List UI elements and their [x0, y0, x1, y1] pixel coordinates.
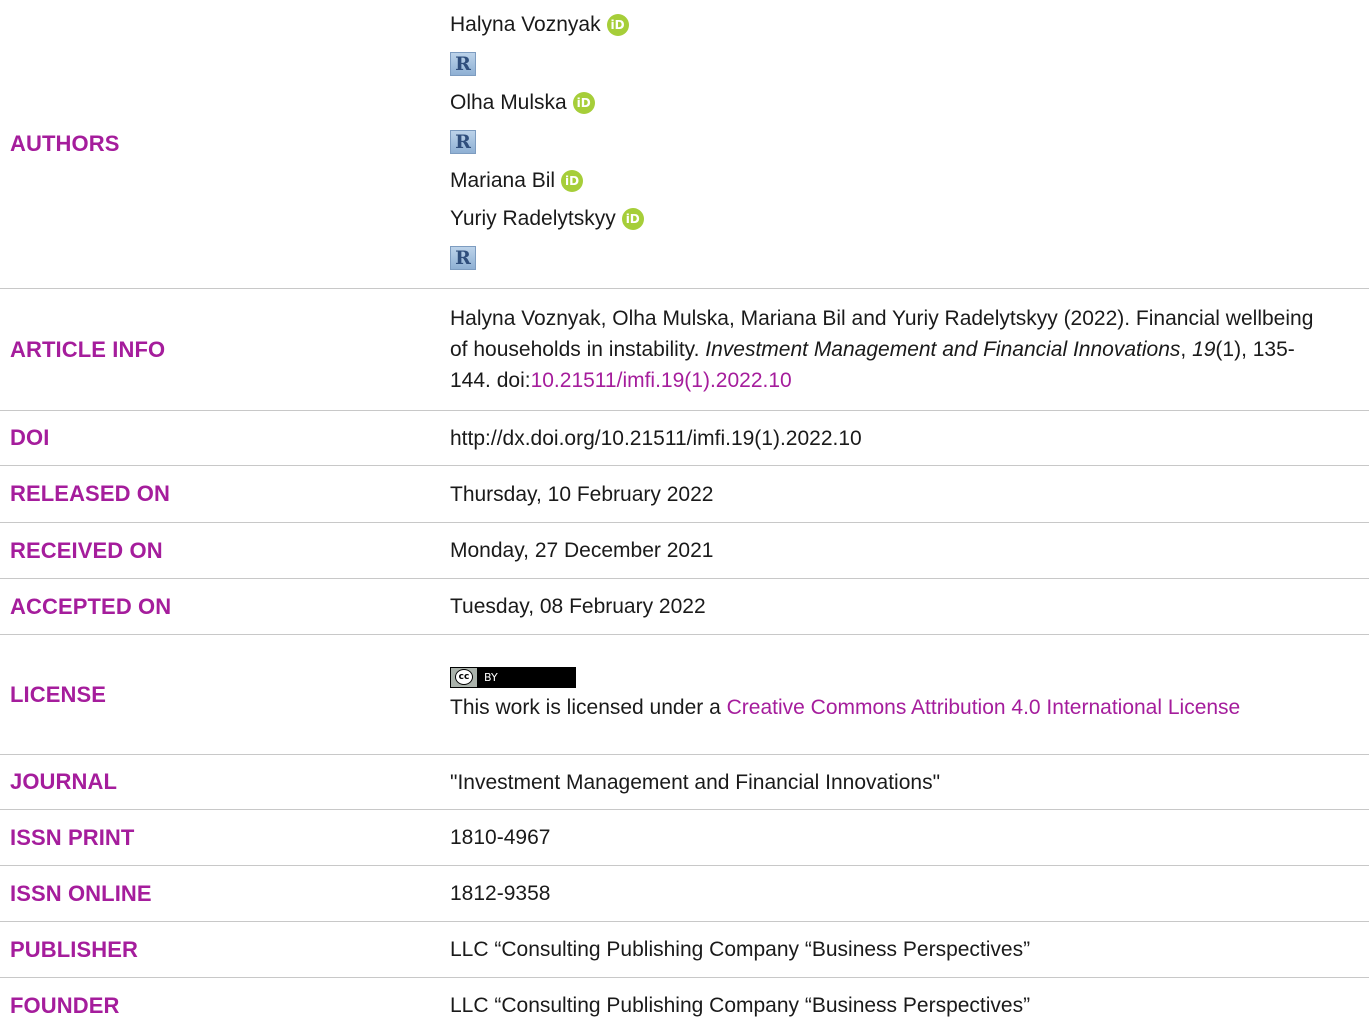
authors-label: AUTHORS [10, 131, 120, 156]
doi-row: DOI http://dx.doi.org/10.21511/imfi.19(1… [0, 411, 1369, 466]
researcher-id-line: R [450, 238, 1329, 278]
researcher-id-icon[interactable]: R [450, 246, 476, 270]
by-label: BY [484, 670, 498, 684]
received-on-row: RECEIVED ON Monday, 27 December 2021 [0, 523, 1369, 579]
citation-journal: Investment Management and Financial Inno… [705, 338, 1181, 361]
author-item: Olha Mulska iD [450, 84, 1329, 122]
cc-icon: cc [455, 669, 473, 685]
founder-label: FOUNDER [10, 992, 120, 1018]
received-on-label: RECEIVED ON [10, 537, 163, 563]
article-info-row: ARTICLE INFO Halyna Voznyak, Olha Mulska… [0, 289, 1369, 411]
citation-doi-link[interactable]: 10.21511/imfi.19(1).2022.10 [531, 369, 792, 392]
authors-row: AUTHORS Halyna Voznyak iD R Olha Mulska … [0, 0, 1369, 289]
accepted-on-value: Tuesday, 08 February 2022 [450, 595, 706, 618]
author-name[interactable]: Olha Mulska [450, 84, 567, 122]
received-on-value: Monday, 27 December 2021 [450, 539, 714, 562]
orcid-icon[interactable]: iD [606, 14, 629, 36]
founder-value: LLC “Consulting Publishing Company “Busi… [450, 994, 1031, 1017]
founder-row: FOUNDER LLC “Consulting Publishing Compa… [0, 978, 1369, 1033]
authors-list: Halyna Voznyak iD R Olha Mulska iD R Mar… [450, 0, 1369, 288]
issn-print-row: ISSN PRINT 1810-4967 [0, 810, 1369, 866]
cc-by-badge-icon[interactable]: cc BY [450, 666, 576, 688]
publisher-row: PUBLISHER LLC “Consulting Publishing Com… [0, 922, 1369, 978]
released-on-row: RELEASED ON Thursday, 10 February 2022 [0, 466, 1369, 523]
released-on-label: RELEASED ON [10, 481, 171, 506]
article-info-citation: Halyna Voznyak, Olha Mulska, Mariana Bil… [450, 289, 1369, 410]
author-name[interactable]: Halyna Voznyak [450, 6, 601, 44]
researcher-id-line: R [450, 44, 1329, 84]
license-prefix: This work is licensed under a [450, 695, 727, 719]
license-value: cc BY This work is licensed under a Crea… [450, 635, 1369, 754]
journal-row: JOURNAL "Investment Management and Finan… [0, 755, 1369, 810]
journal-value: "Investment Management and Financial Inn… [450, 770, 941, 794]
researcher-id-line: R [450, 122, 1329, 162]
issn-print-label: ISSN PRINT [10, 824, 135, 850]
license-link[interactable]: Creative Commons Attribution 4.0 Interna… [727, 696, 1241, 719]
issn-online-row: ISSN ONLINE 1812-9358 [0, 866, 1369, 922]
orcid-icon[interactable]: iD [561, 170, 584, 192]
accepted-on-label: ACCEPTED ON [10, 593, 172, 619]
accepted-on-row: ACCEPTED ON Tuesday, 08 February 2022 [0, 579, 1369, 635]
author-name[interactable]: Mariana Bil [450, 162, 555, 200]
article-metadata-table: AUTHORS Halyna Voznyak iD R Olha Mulska … [0, 0, 1369, 1033]
doi-value[interactable]: http://dx.doi.org/10.21511/imfi.19(1).20… [450, 411, 1369, 465]
license-label: LICENSE [10, 681, 107, 707]
publisher-value: LLC “Consulting Publishing Company “Busi… [450, 938, 1031, 961]
journal-label: JOURNAL [10, 769, 118, 794]
issn-print-value: 1810-4967 [450, 826, 551, 849]
doi-label: DOI [10, 425, 50, 450]
publisher-label: PUBLISHER [10, 936, 139, 962]
article-info-label: ARTICLE INFO [10, 336, 166, 362]
license-text: This work is licensed under a Creative C… [450, 692, 1329, 723]
orcid-icon[interactable]: iD [621, 208, 644, 230]
citation-volume: 19 [1192, 338, 1216, 361]
issn-online-label: ISSN ONLINE [10, 880, 152, 906]
license-row: LICENSE cc BY This work is licensed unde… [0, 635, 1369, 755]
issn-online-value: 1812-9358 [450, 882, 551, 905]
author-item: Halyna Voznyak iD [450, 6, 1329, 44]
researcher-id-icon[interactable]: R [450, 130, 476, 154]
researcher-id-icon[interactable]: R [450, 52, 476, 76]
author-name[interactable]: Yuriy Radelytskyy [450, 200, 616, 238]
author-item: Yuriy Radelytskyy iD [450, 200, 1329, 238]
author-item: Mariana Bil iD [450, 162, 1329, 200]
released-on-value: Thursday, 10 February 2022 [450, 482, 714, 506]
orcid-icon[interactable]: iD [572, 92, 595, 114]
citation-text: Halyna Voznyak, Olha Mulska, Mariana Bil… [450, 303, 1329, 396]
citation-separator: , [1180, 338, 1193, 361]
